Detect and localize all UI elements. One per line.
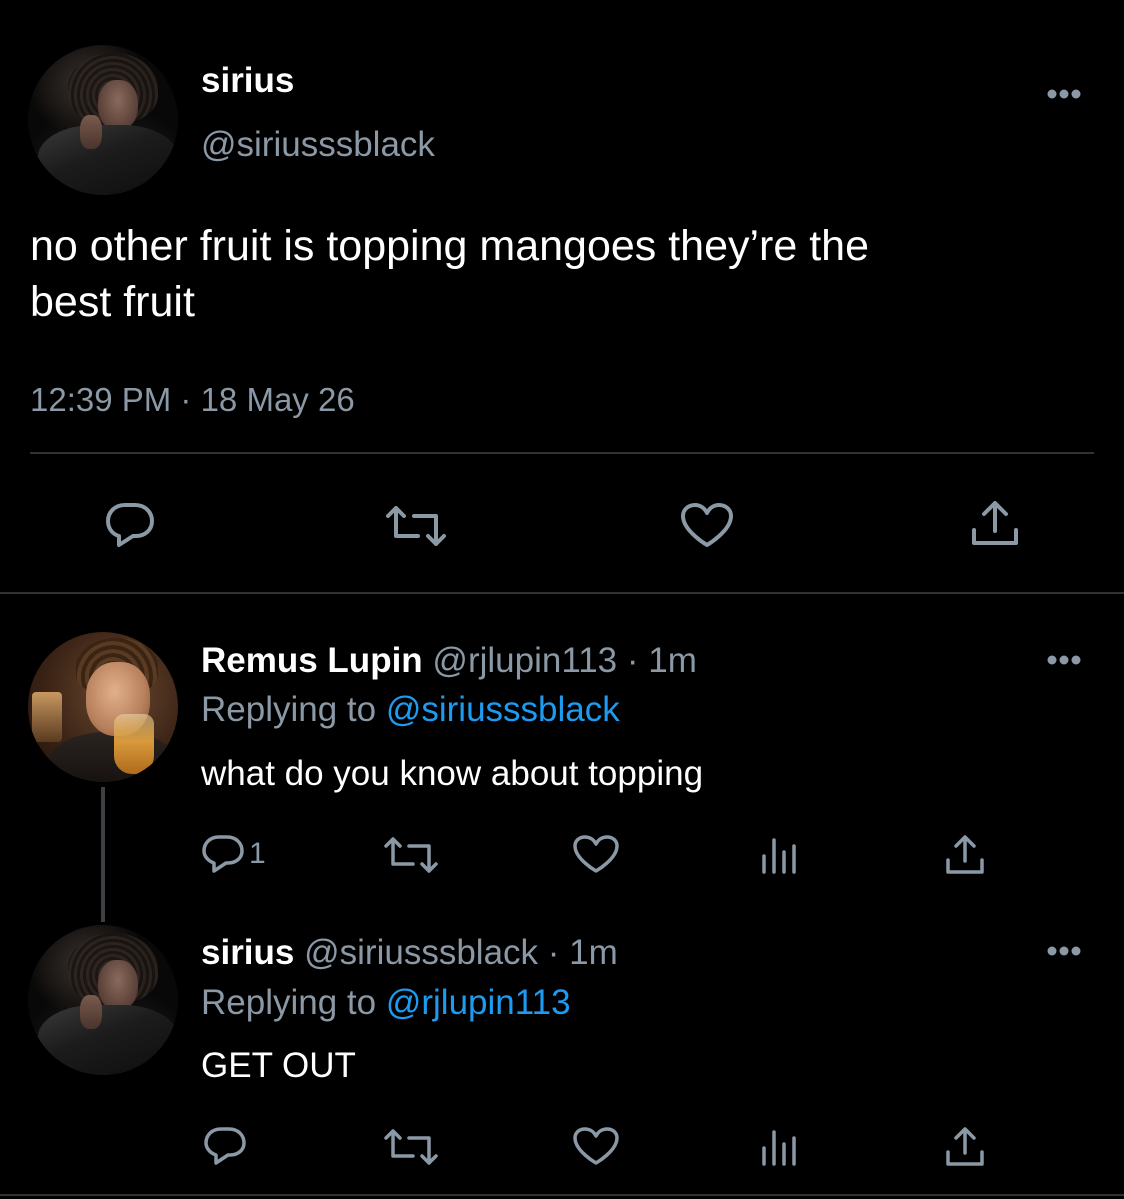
share-icon — [970, 500, 1020, 548]
share-button[interactable] — [944, 834, 986, 876]
share-button[interactable] — [944, 1126, 986, 1168]
reply-button[interactable] — [203, 1126, 251, 1166]
like-icon — [680, 502, 734, 548]
reply-count: 1 — [249, 837, 266, 870]
reply-button[interactable] — [105, 502, 155, 548]
retweet-button[interactable] — [384, 506, 448, 546]
tweet-timestamp[interactable]: 12:39 PM · 18 May 26 — [30, 381, 355, 419]
analytics-button[interactable] — [760, 1128, 800, 1166]
more-options-icon[interactable] — [1046, 88, 1082, 100]
reply-text: what do you know about topping — [201, 754, 704, 793]
tweet-text-line: best fruit — [30, 278, 195, 326]
analytics-button[interactable] — [760, 836, 800, 874]
like-button[interactable] — [680, 502, 734, 548]
like-icon — [572, 834, 620, 874]
tweet-text: no other fruit is topping mangoes they’r… — [30, 218, 1100, 330]
reply-icon — [105, 502, 155, 548]
thread-line — [101, 787, 105, 922]
mention-link[interactable]: @siriusssblack — [386, 690, 620, 729]
main-handle[interactable]: @siriusssblack — [201, 127, 435, 162]
replying-to: Replying to @siriusssblack — [201, 692, 620, 727]
reply-handle[interactable]: @rjlupin113 — [432, 641, 617, 680]
separator-dot: · — [626, 641, 639, 680]
avatar-hand — [80, 995, 102, 1029]
more-options-icon[interactable] — [1046, 945, 1082, 957]
replying-to-label: Replying to — [201, 690, 386, 729]
like-button[interactable] — [572, 1126, 620, 1166]
reply-display-name[interactable]: sirius — [201, 933, 294, 972]
like-icon — [572, 1126, 620, 1166]
retweet-icon — [383, 837, 439, 873]
reply-header: sirius @siriusssblack · 1m — [201, 935, 618, 970]
like-button[interactable] — [572, 834, 620, 874]
reply-time[interactable]: 1m — [648, 641, 697, 680]
retweet-icon — [383, 1129, 439, 1165]
avatar-face — [98, 80, 138, 130]
reply-icon — [203, 1126, 247, 1166]
retweet-button[interactable] — [383, 1129, 439, 1165]
divider — [0, 592, 1124, 594]
separator-dot: · — [547, 933, 560, 972]
avatar-face — [98, 960, 138, 1010]
analytics-icon — [760, 1128, 800, 1166]
avatar[interactable] — [28, 632, 178, 782]
avatar[interactable] — [28, 45, 178, 195]
replying-to-label: Replying to — [201, 983, 386, 1022]
analytics-icon — [760, 836, 800, 874]
reply-text: GET OUT — [201, 1046, 356, 1085]
mention-link[interactable]: @rjlupin113 — [386, 983, 571, 1022]
avatar-glass — [114, 714, 154, 774]
retweet-button[interactable] — [383, 837, 439, 873]
tweet-text-line: no other fruit is topping mangoes they’r… — [30, 222, 870, 270]
avatar-hand — [80, 115, 102, 149]
avatar-body — [48, 732, 178, 782]
avatar[interactable] — [28, 925, 178, 1075]
replying-to: Replying to @rjlupin113 — [201, 985, 571, 1020]
retweet-icon — [384, 506, 448, 546]
avatar-lamp — [32, 692, 62, 742]
reply-header: Remus Lupin @rjlupin113 · 1m — [201, 643, 697, 678]
reply-button[interactable]: 1 — [201, 834, 266, 874]
share-button[interactable] — [970, 500, 1020, 548]
share-icon — [944, 834, 986, 876]
share-icon — [944, 1126, 986, 1168]
divider — [30, 452, 1094, 454]
avatar-jacket — [38, 1005, 178, 1075]
more-options-icon[interactable] — [1046, 654, 1082, 666]
divider — [0, 1194, 1124, 1196]
reply-handle[interactable]: @siriusssblack — [304, 933, 538, 972]
main-display-name[interactable]: sirius — [201, 63, 294, 98]
reply-time[interactable]: 1m — [569, 933, 618, 972]
avatar-jacket — [38, 125, 178, 195]
reply-icon — [201, 834, 245, 874]
reply-display-name[interactable]: Remus Lupin — [201, 641, 423, 680]
